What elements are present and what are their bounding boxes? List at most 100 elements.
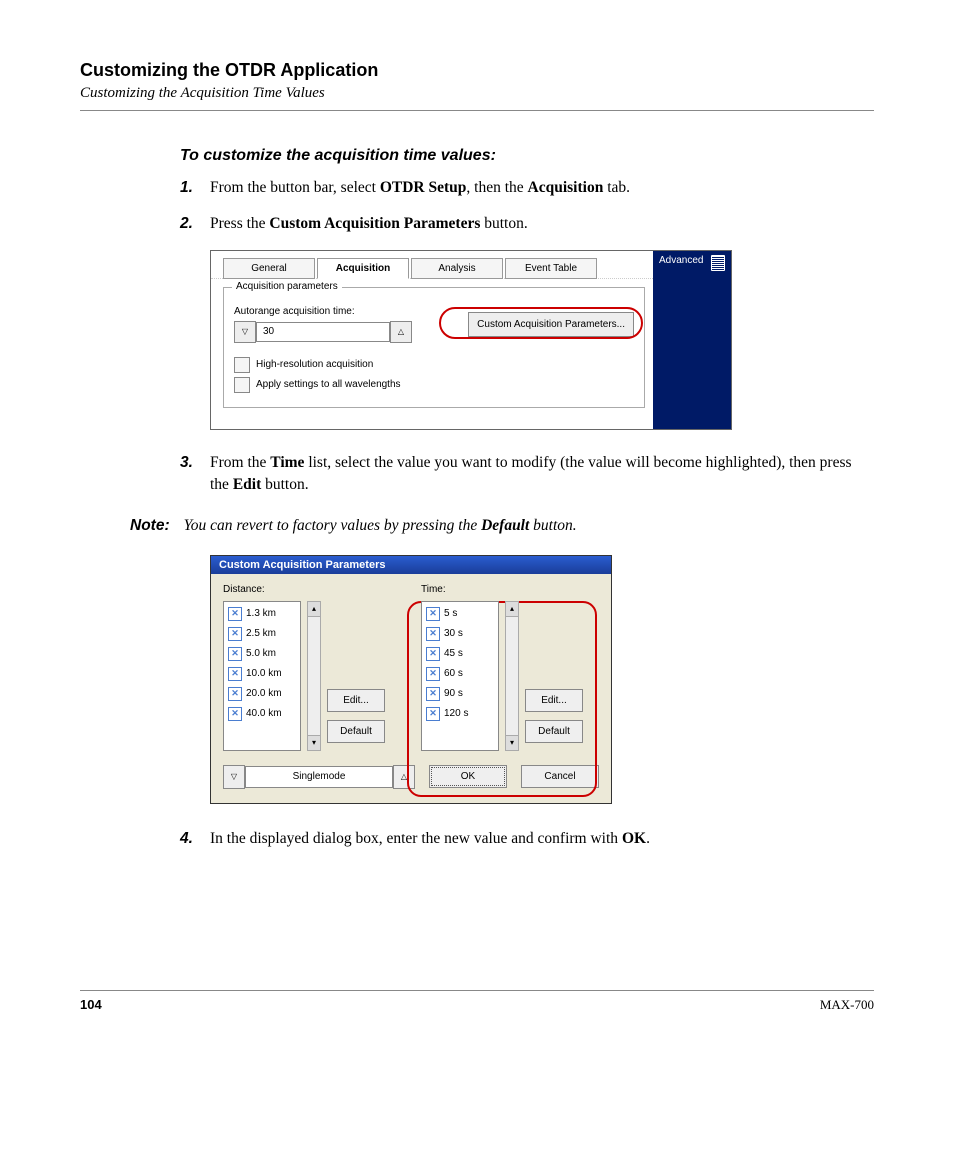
default-button[interactable]: Default bbox=[327, 720, 385, 743]
page-number: 104 bbox=[80, 997, 102, 1013]
increment-button[interactable]: △ bbox=[390, 321, 412, 343]
note-text: You can revert to factory values by pres… bbox=[184, 517, 577, 535]
text: button. bbox=[480, 215, 527, 232]
side-label: Advanced bbox=[659, 255, 703, 266]
list-item-label: 20.0 km bbox=[246, 688, 282, 699]
step-text: Press the Custom Acquisition Parameters … bbox=[210, 213, 874, 235]
text: button. bbox=[261, 476, 308, 493]
step-number: 3. bbox=[180, 452, 210, 497]
list-item[interactable]: ✕ 20.0 km bbox=[226, 684, 298, 704]
list-item-label: 60 s bbox=[444, 668, 463, 679]
high-resolution-checkbox-row[interactable]: High-resolution acquisition bbox=[234, 357, 634, 373]
step-2: 2. Press the Custom Acquisition Paramete… bbox=[180, 213, 874, 235]
list-item[interactable]: ✕ 1.3 km bbox=[226, 604, 298, 624]
list-item[interactable]: ✕40.0 km bbox=[226, 704, 298, 724]
list-item-label: 5 s bbox=[444, 608, 457, 619]
autorange-stepper[interactable]: ▽ 30 △ bbox=[234, 321, 460, 343]
tab-analysis[interactable]: Analysis bbox=[411, 258, 503, 279]
checkbox-label: Apply settings to all wavelengths bbox=[256, 379, 401, 390]
list-item-label: 2.5 km bbox=[246, 628, 276, 639]
delete-icon[interactable]: ✕ bbox=[426, 647, 440, 661]
page-footer: 104 MAX-700 bbox=[80, 990, 874, 1013]
scroll-up-icon[interactable]: ▴ bbox=[506, 602, 518, 617]
delete-icon[interactable]: ✕ bbox=[228, 647, 242, 661]
scrollbar[interactable]: ▴▾ bbox=[307, 601, 321, 751]
decrement-button[interactable]: ▽ bbox=[223, 765, 245, 789]
delete-icon[interactable]: ✕ bbox=[426, 707, 440, 721]
scroll-up-icon[interactable]: ▴ bbox=[308, 602, 320, 617]
list-item-label: 10.0 km bbox=[246, 668, 282, 679]
bold-text: Edit bbox=[233, 476, 261, 493]
delete-icon[interactable]: ✕ bbox=[426, 667, 440, 681]
list-item-label: 1.3 km bbox=[246, 608, 276, 619]
tab-general[interactable]: General bbox=[223, 258, 315, 279]
edit-button[interactable]: Edit... bbox=[525, 689, 583, 712]
list-item-label: 45 s bbox=[444, 648, 463, 659]
delete-icon[interactable]: ✕ bbox=[228, 627, 242, 641]
list-item-label: 30 s bbox=[444, 628, 463, 639]
note-label: Note: bbox=[130, 517, 170, 535]
text: From the bbox=[210, 454, 270, 471]
apply-all-wavelengths-checkbox-row[interactable]: Apply settings to all wavelengths bbox=[234, 377, 634, 393]
acquisition-parameters-group: Acquisition parameters Autorange acquisi… bbox=[223, 287, 645, 408]
screenshot-otdr-setup: General Acquisition Analysis Event Table… bbox=[210, 250, 732, 430]
mode-stepper[interactable]: ▽ Singlemode △ bbox=[223, 765, 415, 789]
edit-button[interactable]: Edit... bbox=[327, 689, 385, 712]
bold-text: Custom Acquisition Parameters bbox=[269, 215, 480, 232]
list-item[interactable]: ✕ 5.0 km bbox=[226, 644, 298, 664]
distance-label: Distance: bbox=[223, 584, 401, 595]
step-number: 1. bbox=[180, 177, 210, 199]
list-item[interactable]: ✕ 60 s bbox=[424, 664, 496, 684]
section-title: Customizing the Acquisition Time Values bbox=[80, 85, 874, 102]
checkbox-icon[interactable] bbox=[234, 377, 250, 393]
list-item-label: 5.0 km bbox=[246, 648, 276, 659]
list-item-label: 120 s bbox=[444, 708, 468, 719]
delete-icon[interactable]: ✕ bbox=[426, 607, 440, 621]
list-item[interactable]: ✕ 2.5 km bbox=[226, 624, 298, 644]
distance-listbox[interactable]: ✕ 1.3 km ✕ 2.5 km ✕ 5.0 km ✕ 10.0 km ✕ 20.0 k… bbox=[223, 601, 301, 751]
note: Note: You can revert to factory values b… bbox=[130, 517, 874, 535]
checkbox-label: High-resolution acquisition bbox=[256, 359, 373, 370]
time-label: Time: bbox=[421, 584, 599, 595]
text: button. bbox=[529, 517, 576, 534]
list-item[interactable]: ✕ 10.0 km bbox=[226, 664, 298, 684]
side-panel: Advanced bbox=[653, 251, 731, 429]
bold-text: OK bbox=[622, 830, 646, 847]
delete-icon[interactable]: ✕ bbox=[228, 607, 242, 621]
delete-icon[interactable]: ✕ bbox=[426, 687, 440, 701]
default-button[interactable]: Default bbox=[525, 720, 583, 743]
header-divider bbox=[80, 110, 874, 111]
screenshot-custom-acquisition-dialog: Custom Acquisition Parameters Distance: … bbox=[210, 555, 612, 804]
model-label: MAX-700 bbox=[820, 997, 874, 1013]
list-item[interactable]: ✕ 5 s bbox=[424, 604, 496, 624]
procedure-heading: To customize the acquisition time values… bbox=[180, 147, 874, 165]
mode-field[interactable]: Singlemode bbox=[245, 766, 393, 788]
delete-icon[interactable]: ✕ bbox=[228, 667, 242, 681]
text: . bbox=[646, 830, 650, 847]
time-listbox[interactable]: ✕ 5 s ✕ 30 s ✕ 45 s ✕ 60 s ✕90 s ✕ 120 s bbox=[421, 601, 499, 751]
list-item[interactable]: ✕ 120 s bbox=[424, 704, 496, 724]
list-item[interactable]: ✕ 45 s bbox=[424, 644, 496, 664]
checkbox-icon[interactable] bbox=[234, 357, 250, 373]
text: In the displayed dialog box, enter the n… bbox=[210, 830, 622, 847]
autorange-value-field[interactable]: 30 bbox=[256, 322, 390, 342]
step-number: 2. bbox=[180, 213, 210, 235]
scrollbar[interactable]: ▴▾ bbox=[505, 601, 519, 751]
chapter-title: Customizing the OTDR Application bbox=[80, 60, 874, 81]
tab-acquisition[interactable]: Acquisition bbox=[317, 258, 409, 279]
tab-event-table[interactable]: Event Table bbox=[505, 258, 597, 279]
step-4: 4. In the displayed dialog box, enter th… bbox=[180, 828, 874, 850]
delete-icon[interactable]: ✕ bbox=[426, 627, 440, 641]
delete-icon[interactable]: ✕ bbox=[228, 707, 242, 721]
delete-icon[interactable]: ✕ bbox=[228, 687, 242, 701]
scroll-down-icon[interactable]: ▾ bbox=[506, 735, 518, 750]
list-item[interactable]: ✕90 s bbox=[424, 684, 496, 704]
step-3: 3. From the Time list, select the value … bbox=[180, 452, 874, 497]
keyboard-icon[interactable] bbox=[711, 255, 725, 271]
step-1: 1. From the button bar, select OTDR Setu… bbox=[180, 177, 874, 199]
text: , then the bbox=[466, 179, 527, 196]
time-column: Time: ✕ 5 s ✕ 30 s ✕ 45 s ✕ 60 s ✕90 s ✕ 120 … bbox=[421, 584, 599, 751]
scroll-down-icon[interactable]: ▾ bbox=[308, 735, 320, 750]
decrement-button[interactable]: ▽ bbox=[234, 321, 256, 343]
list-item[interactable]: ✕ 30 s bbox=[424, 624, 496, 644]
